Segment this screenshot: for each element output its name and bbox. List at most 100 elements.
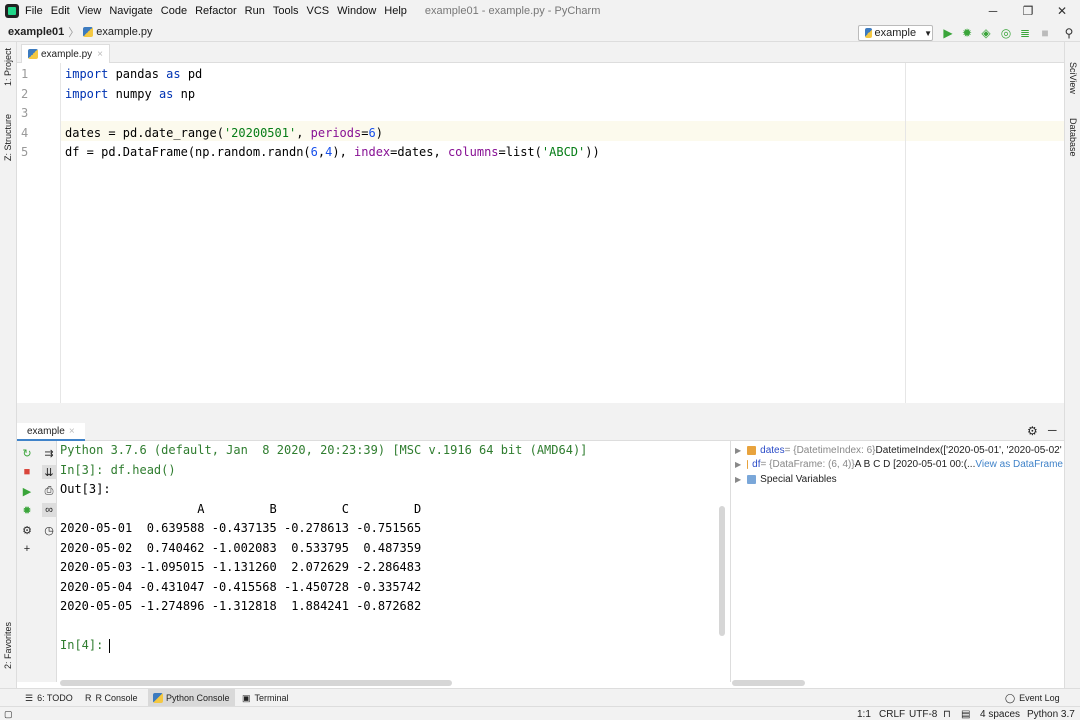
settings-icon[interactable]: ⚙	[20, 523, 34, 537]
project-tool-button[interactable]: 1: Project	[3, 48, 13, 86]
print-icon[interactable]: ⎙	[42, 484, 56, 498]
menu-refactor[interactable]: Refactor	[195, 5, 237, 17]
python-icon	[153, 693, 163, 703]
editor-tab-example-py[interactable]: example.py ×	[21, 44, 110, 63]
history-icon[interactable]: ◷	[42, 523, 56, 537]
expand-arrow-icon[interactable]: ▶	[735, 460, 741, 469]
r-icon: R	[85, 693, 92, 703]
toggle-tool-windows-icon[interactable]: ▢	[4, 707, 13, 721]
rerun-icon[interactable]: ↻	[20, 446, 34, 460]
database-tool-button[interactable]: Database	[1068, 118, 1078, 157]
editor-tab-bar: example.py ×	[17, 42, 1064, 63]
stop-icon[interactable]: ■	[20, 465, 34, 479]
variable-row-special[interactable]: ▶ Special Variables	[735, 472, 1063, 486]
variable-row-df[interactable]: ▶ df = {DataFrame: (6, 4)} A B C D [2020…	[735, 457, 1063, 471]
menu-file[interactable]: File	[25, 5, 43, 17]
run-config-select[interactable]: example ▼	[858, 25, 933, 41]
console-banner: Python 3.7.6 (default, Jan 8 2020, 20:23…	[60, 443, 588, 457]
text-caret	[109, 639, 110, 653]
r-console-tab[interactable]: RR Console	[80, 689, 143, 707]
dataframe-row: 2020-05-04 -0.431047 -0.415568 -1.450728…	[60, 580, 422, 594]
bottom-tool-tabs: ☰ 6: TODO RR Console Python Console ▣ Term…	[0, 688, 1080, 707]
console-scrollbar[interactable]	[719, 506, 725, 636]
scroll-to-end-icon[interactable]: ⇊	[42, 465, 56, 479]
terminal-icon: ▣	[242, 692, 251, 703]
breadcrumb-file[interactable]: example.py	[96, 26, 152, 38]
menu-help[interactable]: Help	[384, 5, 407, 17]
left-tool-stripe: 1: Project Z: Structure 2: Favorites	[0, 42, 17, 692]
sciview-tool-button[interactable]: SciView	[1068, 62, 1078, 94]
soft-wrap-icon[interactable]: ⇉	[42, 446, 56, 460]
variables-horizontal-scrollbar[interactable]	[732, 680, 805, 686]
status-bar: ▢ 1:1 CRLF UTF-8 ⊓ ▤ 4 spaces Python 3.7	[0, 706, 1080, 720]
close-tab-icon[interactable]: ×	[97, 49, 103, 60]
python-console-output[interactable]: Python 3.7.6 (default, Jan 8 2020, 20:23…	[57, 441, 730, 682]
maximize-button[interactable]: ❐	[1010, 0, 1046, 22]
menu-edit[interactable]: Edit	[51, 5, 70, 17]
caret-position[interactable]: 1:1	[857, 707, 871, 721]
line-number: 2	[21, 87, 29, 101]
debugger-icon[interactable]: ✹	[20, 503, 34, 517]
line-number: 4	[21, 126, 29, 140]
lock-icon[interactable]: ⊓	[943, 707, 951, 721]
chevron-down-icon: ▼	[924, 28, 932, 38]
memory-icon[interactable]: ▤	[961, 707, 970, 721]
run-coverage-icon[interactable]: ◈	[979, 26, 993, 40]
view-as-dataframe-link[interactable]: View as DataFrame	[975, 459, 1063, 470]
code-line-2: import numpy as np	[65, 87, 196, 101]
console-horizontal-scrollbar[interactable]	[60, 680, 452, 686]
run-icon[interactable]: ▶	[941, 26, 955, 40]
menu-vcs[interactable]: VCS	[307, 5, 330, 17]
profile-icon[interactable]: ◎	[999, 26, 1013, 40]
menu-view[interactable]: View	[78, 5, 102, 17]
variable-row-dates[interactable]: ▶ dates = {DatetimeIndex: 6} DatetimeInd…	[735, 443, 1063, 457]
code-editor[interactable]: 1 2 3 4 5 import pandas as pd import num…	[17, 63, 1064, 403]
file-encoding[interactable]: UTF-8	[909, 707, 937, 721]
gear-icon[interactable]: ⚙	[1027, 424, 1038, 438]
window-title: example01 - example.py - PyCharm	[424, 5, 601, 17]
favorites-tool-button[interactable]: 2: Favorites	[3, 622, 13, 669]
menu-window[interactable]: Window	[337, 5, 376, 17]
right-margin-guide	[905, 63, 906, 403]
menu-code[interactable]: Code	[161, 5, 187, 17]
todo-tab[interactable]: ☰ 6: TODO	[20, 689, 78, 707]
new-console-icon[interactable]: +	[20, 542, 34, 556]
panel-splitter[interactable]	[17, 403, 1064, 423]
variable-icon	[747, 459, 749, 469]
line-number-gutter: 1 2 3 4 5	[17, 63, 61, 403]
expand-arrow-icon[interactable]: ▶	[735, 475, 741, 484]
python-file-icon	[83, 26, 94, 37]
debug-icon[interactable]: ✹	[960, 26, 974, 40]
code-line-4: dates = pd.date_range('20200501', period…	[65, 126, 383, 140]
interpreter-setting[interactable]: Python 3.7	[1027, 707, 1075, 721]
hide-panel-icon[interactable]: ─	[1048, 423, 1057, 437]
indent-setting[interactable]: 4 spaces	[980, 707, 1020, 721]
menu-run[interactable]: Run	[245, 5, 265, 17]
run-config-label: example	[874, 27, 917, 39]
show-variables-icon[interactable]: ∞	[42, 503, 56, 517]
line-separator[interactable]: CRLF	[879, 707, 905, 721]
structure-tool-button[interactable]: Z: Structure	[3, 114, 13, 161]
close-tab-icon[interactable]: ×	[69, 426, 75, 437]
code-line-1: import pandas as pd	[65, 67, 203, 81]
console-toolbar: ↻ ⇉ ■ ⇊ ▶ ⎙ ✹ ∞ ⚙ ◷ +	[17, 441, 57, 682]
terminal-tab[interactable]: ▣ Terminal	[237, 689, 294, 707]
event-log-tab[interactable]: ◯ Event Log	[1000, 689, 1065, 707]
stop-icon[interactable]: ■	[1038, 26, 1052, 40]
right-tool-stripe: SciView Database	[1064, 42, 1080, 692]
breadcrumb-separator: 〉	[68, 26, 80, 39]
close-button[interactable]: ✕	[1044, 0, 1080, 22]
menu-tools[interactable]: Tools	[273, 5, 299, 17]
execute-icon[interactable]: ▶	[20, 484, 34, 498]
menu-navigate[interactable]: Navigate	[109, 5, 152, 17]
breadcrumb-project[interactable]: example01	[8, 26, 64, 38]
console-prompt[interactable]: In[4]:	[60, 638, 111, 652]
console-tab-example[interactable]: example ×	[17, 423, 85, 441]
expand-arrow-icon[interactable]: ▶	[735, 446, 741, 455]
python-console-tab[interactable]: Python Console	[148, 689, 235, 707]
concurrency-icon[interactable]: ≣	[1018, 26, 1032, 40]
event-log-icon: ◯	[1005, 692, 1016, 703]
search-icon[interactable]: ⚲	[1062, 26, 1076, 40]
minimize-button[interactable]: ─	[975, 0, 1011, 22]
dataframe-row: 2020-05-02 0.740462 -1.002083 0.533795 0…	[60, 541, 422, 555]
